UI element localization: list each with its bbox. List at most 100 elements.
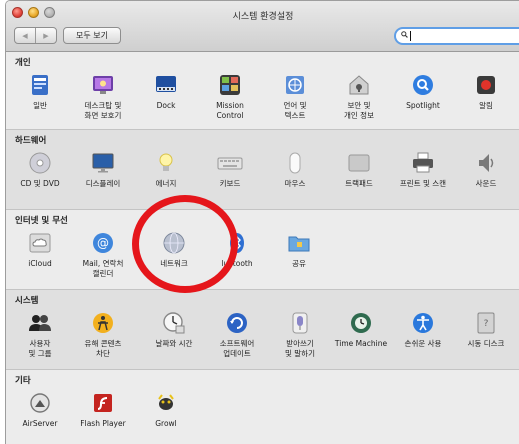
trackpad-icon [346,150,372,176]
search-input[interactable] [412,29,512,43]
pref-airserver[interactable]: AirServer [9,390,71,429]
section-other: 기타 AirServer Flash Player Growl [6,370,519,444]
software-update-icon [224,310,250,336]
pref-label: 프린트 및 스캔 [399,179,447,188]
pref-time-machine[interactable]: Time Machine [330,310,392,349]
pref-label: Dock [156,101,176,110]
pref-label: 알림 [479,101,493,110]
pref-label: Growl [155,419,177,428]
pref-energy-saver[interactable]: 에너지 [135,150,197,189]
language-text-icon [282,72,308,98]
pref-spotlight[interactable]: Spotlight [392,72,454,111]
section-personal: 개인 일반 데스크탑 및 화면 보호기 Dock Mission Control [6,52,519,130]
section-title: 하드웨어 [15,136,47,146]
system-preferences-window: 시스템 환경설정 ◀ ▶ 모두 보기 개인 일반 데스크탑 및 화면 보호기 D… [5,0,519,444]
pref-date-time[interactable]: 날짜와 시간 [143,310,205,349]
titlebar: 시스템 환경설정 ◀ ▶ 모두 보기 [6,1,519,52]
pref-trackpad[interactable]: 트랙패드 [328,150,390,189]
pref-flash-player[interactable]: Flash Player [72,390,134,429]
pref-icloud[interactable]: iCloud [9,230,71,269]
pref-label: 에너지 [155,179,177,188]
pref-print-scan[interactable]: 프린트 및 스캔 [392,150,454,189]
network-icon [161,230,187,256]
pref-label: 보안 및 개인 정보 [344,101,374,120]
accessibility-icon [410,310,436,336]
pref-dictation-speech[interactable]: 받아쓰기 및 말하기 [269,310,331,359]
security-privacy-icon [346,72,372,98]
pref-accessibility[interactable]: 손쉬운 사용 [392,310,454,349]
pref-security-privacy[interactable]: 보안 및 개인 정보 [328,72,390,121]
show-all-button[interactable]: 모두 보기 [63,27,121,44]
growl-icon [153,390,179,416]
pref-sharing[interactable]: 공유 [268,230,330,269]
pref-label: 사용자 및 그룹 [28,339,52,358]
sound-icon [473,150,499,176]
pref-network[interactable]: 네트워크 [143,230,205,269]
pref-label: iCloud [28,259,52,268]
pref-label: 데스크탑 및 화면 보호기 [84,101,122,120]
pref-displays[interactable]: 디스플레이 [72,150,134,189]
pref-users-groups[interactable]: 사용자 및 그룹 [9,310,71,359]
keyboard-icon [217,150,243,176]
pref-label: 손쉬운 사용 [404,339,442,348]
pref-notifications[interactable]: 알림 [455,72,517,111]
pref-label: 언어 및 텍스트 [283,101,307,120]
pref-mouse[interactable]: 마우스 [264,150,326,189]
flash-player-icon [90,390,116,416]
dictation-speech-icon [287,310,313,336]
pref-label: Flash Player [80,419,126,428]
section-hardware: 하드웨어 CD 및 DVD 디스플레이 에너지 키보드 마우스 트랙패드 프린트… [6,130,519,210]
text-caret [410,31,411,41]
pref-desktop-screensaver[interactable]: 데스크탑 및 화면 보호기 [72,72,134,121]
users-groups-icon [27,310,53,336]
pref-label: CD 및 DVD [20,179,60,188]
pref-label: Mail, 연락처 캘린더 [82,259,124,278]
pref-label: 시동 디스크 [467,339,505,348]
mouse-icon [282,150,308,176]
print-scan-icon [410,150,436,176]
pref-sound[interactable]: 사운드 [455,150,517,189]
pref-label: 받아쓰기 및 말하기 [285,339,315,358]
pref-bluetooth[interactable]: luetooth [206,230,268,269]
back-button[interactable]: ◀ [15,28,35,43]
section-internet-wireless: 인터넷 및 무선 iCloud @ Mail, 연락처 캘린더 네트워크 lue… [6,210,519,290]
pref-label: AirServer [22,419,58,428]
spotlight-icon [410,72,436,98]
pref-keyboard[interactable]: 키보드 [199,150,261,189]
search-icon [401,31,408,38]
section-title: 시스템 [15,296,39,306]
date-time-icon [161,310,187,336]
pref-cd-dvd[interactable]: CD 및 DVD [9,150,71,189]
pref-parental-controls[interactable]: 유해 콘텐츠 차단 [72,310,134,359]
startup-disk-icon: ? [473,310,499,336]
pref-label: 마우스 [284,179,306,188]
dock-icon [153,72,179,98]
general-icon [27,72,53,98]
pref-dock[interactable]: Dock [135,72,197,111]
pref-label: 디스플레이 [85,179,121,188]
pref-mail-contacts[interactable]: @ Mail, 연락처 캘린더 [72,230,134,279]
pref-label: Spotlight [406,101,440,110]
forward-button[interactable]: ▶ [35,28,56,43]
pref-software-update[interactable]: 소프트웨어 업데이트 [206,310,268,359]
pref-mission-control[interactable]: Mission Control [199,72,261,121]
pref-label: 사운드 [475,179,497,188]
mail-contacts-icon: @ [90,230,116,256]
pref-general[interactable]: 일반 [9,72,71,111]
sharing-icon [286,230,312,256]
mission-control-icon [217,72,243,98]
pref-startup-disk[interactable]: ? 시동 디스크 [455,310,517,349]
pref-language-text[interactable]: 언어 및 텍스트 [264,72,326,121]
pref-label: 유해 콘텐츠 차단 [84,339,122,358]
cd-dvd-icon [27,150,53,176]
section-title: 개인 [15,58,31,68]
energy-saver-icon [153,150,179,176]
svg-text:?: ? [484,319,489,329]
pref-growl[interactable]: Growl [135,390,197,429]
back-forward-group: ◀ ▶ [14,27,57,44]
pref-label: 공유 [292,259,306,268]
pref-label: 네트워크 [160,259,188,268]
time-machine-icon [348,310,374,336]
search-field[interactable] [394,27,519,45]
pref-label: Time Machine [334,339,388,348]
